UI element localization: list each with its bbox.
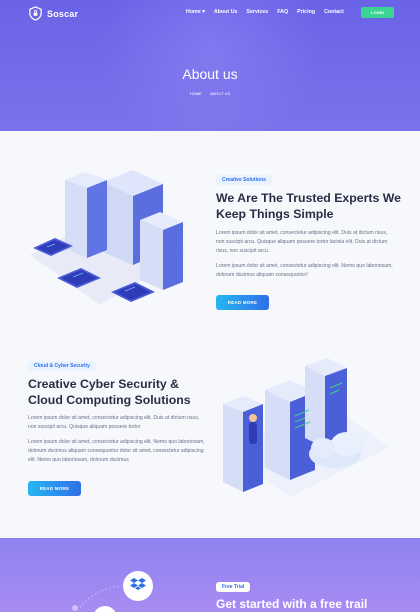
shield-icon [29, 6, 42, 21]
section1-paragraph-2: Lorem ipsum dolor sit amet, consectetur … [216, 263, 393, 278]
main-menu: Home ▾ About Us Services FAQ Pricing Con… [186, 9, 344, 15]
navbar: Soscar Home ▾ About Us Services FAQ Pric… [0, 0, 420, 26]
section2-paragraph-2: Lorem ipsum dolor sit amet, consectetur … [28, 439, 205, 463]
section2-heading: Creative Cyber Security & Cloud Computin… [28, 377, 191, 407]
breadcrumb-home[interactable]: HOME [190, 91, 202, 96]
section1-read-more-button[interactable]: READ MORE [216, 295, 269, 310]
nav-home-label: Home [186, 9, 201, 15]
server-rack-illustration [30, 170, 185, 305]
nav-item-faq[interactable]: FAQ [277, 9, 288, 15]
free-trial-heading: Get started with a free trail [216, 597, 368, 611]
breadcrumb-current: ABOUT US [209, 91, 231, 96]
decorative-circles [72, 571, 153, 612]
section2-read-more-button[interactable]: READ MORE [28, 481, 81, 496]
section1-heading: We Are The Trusted Experts We Keep Thing… [216, 191, 401, 221]
brand-logo[interactable]: Soscar [28, 6, 78, 21]
nav-item-pricing[interactable]: Pricing [297, 9, 315, 15]
page-title: About us [182, 66, 238, 82]
dropbox-icon [130, 578, 146, 590]
brand-name: Soscar [47, 8, 79, 19]
section2-tag: Cloud & Cyber Security [28, 361, 96, 371]
section2-paragraph-1: Lorem ipsum dolor sit amet, consectetur … [28, 415, 200, 430]
free-trial-section: Free Trial Get started with a free trail [0, 538, 420, 612]
breadcrumb: HOME ABOUT US [0, 91, 420, 96]
free-trial-tag: Free Trial [216, 582, 251, 592]
caret-down-icon: ▾ [200, 9, 205, 15]
nav-item-contact[interactable]: Contact [324, 9, 344, 15]
section1-tag: Creative Solutions [216, 175, 272, 185]
section1-paragraph-1: Lorem ipsum dolor sit amet, consectetur … [216, 230, 388, 254]
hero-banner: Soscar Home ▾ About Us Services FAQ Pric… [0, 0, 420, 131]
nav-item-about[interactable]: About Us [214, 9, 238, 15]
nav-item-home[interactable]: Home ▾ [186, 9, 205, 15]
cloud-servers-illustration [223, 358, 390, 497]
nav-item-services[interactable]: Services [246, 9, 268, 15]
login-button[interactable]: LOGIN [361, 7, 394, 18]
